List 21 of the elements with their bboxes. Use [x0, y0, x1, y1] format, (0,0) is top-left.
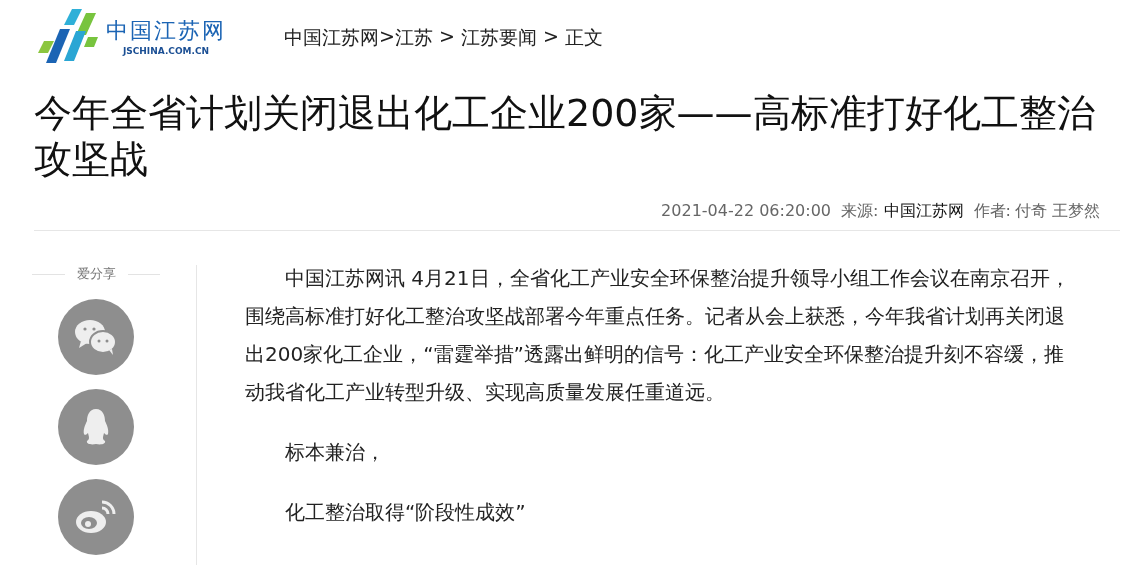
article-paragraph: 中国江苏网讯 4月21日，全省化工产业安全环保整治提升领导小组工作会议在南京召开，围绕高标准打好化工整治攻坚战部署今年重点任务。记者从会上获悉，今年我省计划再关闭退出200家化工企业，“雷霆举措”透露出鲜明的信号：化工产业安全环保整治提升刻不容缓，推动我省化工产业转型升级、实现高质量发展任重道远。 [245, 265, 1071, 406]
article-paragraph: 化工整治取得“阶段性成效” [284, 499, 527, 526]
chat-bubbles-icon [75, 320, 117, 355]
author-label: 作者: [973, 200, 1011, 222]
article-title: 今年全省计划关闭退出化工企业200家——高标准打好化工整治攻坚战 [34, 90, 1096, 182]
logo-domain: JSCHINA.COM.CN [122, 45, 210, 58]
logo-name: 中国江苏网 [106, 18, 226, 44]
article-paragraph: 标本兼治， [284, 439, 386, 466]
breadcrumb-separator: > [541, 25, 560, 49]
source-label: 来源: [841, 201, 879, 220]
breadcrumb-link[interactable]: 中国江苏网 [284, 25, 379, 51]
breadcrumb-separator: > [437, 25, 456, 49]
source-name: 中国江苏网 [883, 201, 964, 220]
breadcrumb-separator: > [379, 25, 395, 49]
share-label: 爱分享 [76, 265, 116, 283]
breadcrumb-link[interactable]: 正文 [564, 25, 603, 51]
author-names: 付奇 王梦然 [1014, 200, 1100, 222]
publish-date: 2021-04-22 06:20:00 [661, 200, 832, 222]
breadcrumb-link[interactable]: 江苏要闻 [460, 25, 537, 51]
penguin-icon [83, 409, 109, 445]
breadcrumb-link[interactable]: 江苏 [394, 25, 433, 51]
